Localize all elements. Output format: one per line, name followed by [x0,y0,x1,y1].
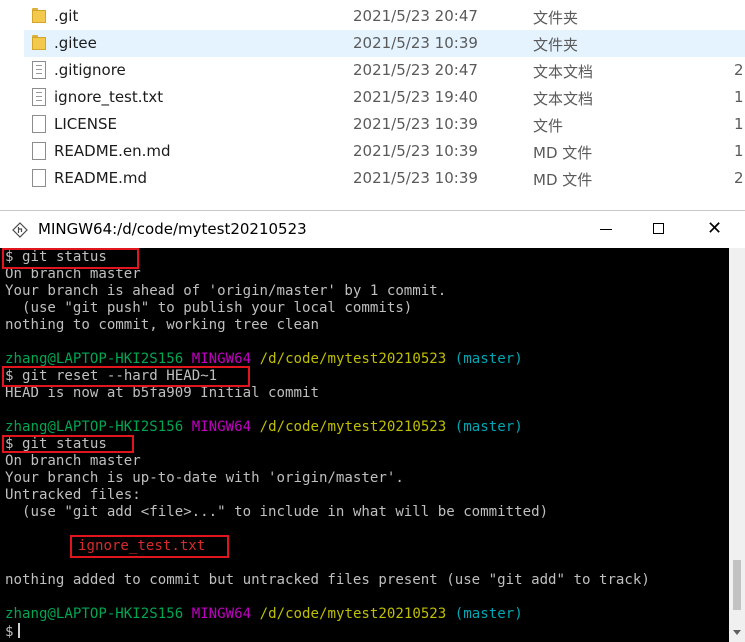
highlight-box-git-status-1 [2,248,139,269]
minimize-button[interactable] [584,211,630,248]
file-icon [32,142,46,160]
git-icon [12,222,28,238]
maximize-icon [653,223,664,234]
file-type: 文件 [533,117,564,135]
scroll-down-icon[interactable] [733,630,741,635]
output-line: nothing to commit, working tree clean [5,317,319,333]
file-date: 2021/5/23 10:39 [353,34,478,52]
close-button[interactable]: ✕ [690,211,736,248]
close-icon: ✕ [707,218,723,239]
file-explorer-list: .git 2021/5/23 20:47 文件夹 .gitee 2021/5/2… [0,0,745,210]
terminal-scrollbar[interactable] [729,248,745,642]
prompt-line: zhang@LAPTOP-HKI2S156 MINGW64 /d/code/my… [5,419,523,436]
file-type: 文本文档 [533,63,594,81]
file-type: 文件夹 [533,9,579,27]
file-row-gitignore[interactable]: .gitignore 2021/5/23 20:47 文本文档 2 [24,57,745,84]
terminal-output[interactable]: $ git status On branch master Your branc… [0,248,729,642]
file-icon [32,169,46,187]
title-bar[interactable]: MINGW64:/d/code/mytest20210523 ✕ [0,211,745,248]
prompt-user: zhang@LAPTOP-HKI2S156 [5,419,184,435]
highlight-box-untracked-file [70,535,229,558]
output-line: HEAD is now at b5fa909 Initial commit [5,385,319,401]
file-date: 2021/5/23 10:39 [353,169,478,187]
file-date: 2021/5/23 20:47 [353,61,478,79]
file-size: 2 [734,61,744,79]
file-size: 2 [734,169,744,187]
output-line: Your branch is ahead of 'origin/master' … [5,283,447,299]
window-title: MINGW64:/d/code/mytest20210523 [38,220,307,238]
prompt-branch: (master) [454,351,523,367]
prompt-env: MINGW64 [191,606,252,622]
file-size: 1 [734,115,744,133]
folder-icon [32,34,46,52]
file-type: 文本文档 [533,90,594,108]
file-type: MD 文件 [533,144,593,162]
terminal-window: MINGW64:/d/code/mytest20210523 ✕ $ git s… [0,210,745,642]
highlight-box-git-reset [2,366,250,387]
file-name: LICENSE [54,115,117,133]
text-file-icon [32,88,46,106]
file-name: README.en.md [54,142,171,160]
prompt-env: MINGW64 [191,351,252,367]
file-name: .gitignore [54,61,126,79]
output-line: Untracked files: [5,487,141,503]
file-name: .git [54,7,79,25]
file-date: 2021/5/23 19:40 [353,88,478,106]
text-cursor [17,623,20,638]
prompt-branch: (master) [454,419,523,435]
output-line: (use "git add <file>..." to include in w… [5,504,549,520]
prompt-user: zhang@LAPTOP-HKI2S156 [5,351,184,367]
file-row-readme-en[interactable]: README.en.md 2021/5/23 10:39 MD 文件 1 [24,138,745,165]
prompt-path: /d/code/mytest20210523 [259,351,447,367]
file-date: 2021/5/23 10:39 [353,142,478,160]
minimize-icon [600,229,612,230]
file-row-git[interactable]: .git 2021/5/23 20:47 文件夹 [24,3,745,30]
file-date: 2021/5/23 10:39 [353,115,478,133]
file-name: .gitee [54,34,97,52]
prompt-user: zhang@LAPTOP-HKI2S156 [5,606,184,622]
output-line: (use "git push" to publish your local co… [5,300,413,316]
file-size: 1 [734,142,744,160]
output-line: Your branch is up-to-date with 'origin/m… [5,470,404,486]
file-row-ignore-test[interactable]: ignore_test.txt 2021/5/23 19:40 文本文档 1 [24,84,745,111]
file-row-readme[interactable]: README.md 2021/5/23 10:39 MD 文件 2 [24,165,745,192]
file-row-license[interactable]: LICENSE 2021/5/23 10:39 文件 1 [24,111,745,138]
file-date: 2021/5/23 20:47 [353,7,478,25]
file-name: ignore_test.txt [54,88,164,106]
file-type: 文件夹 [533,36,579,54]
output-line: On branch master [5,453,141,469]
prompt-line: zhang@LAPTOP-HKI2S156 MINGW64 /d/code/my… [5,606,523,623]
file-icon [32,115,46,133]
text-file-icon [32,61,46,79]
prompt-env: MINGW64 [191,419,252,435]
maximize-button[interactable] [636,211,682,248]
command-line[interactable]: $ [5,623,20,640]
scrollbar-thumb[interactable] [733,560,741,610]
file-size: 1 [734,88,744,106]
file-type: MD 文件 [533,171,593,189]
prompt-path: /d/code/mytest20210523 [259,606,447,622]
file-row-gitee[interactable]: .gitee 2021/5/23 10:39 文件夹 [24,30,745,57]
highlight-box-git-status-2 [2,435,134,453]
output-line: nothing added to commit but untracked fi… [5,572,650,588]
prompt-path: /d/code/mytest20210523 [259,419,447,435]
prompt-branch: (master) [454,606,523,622]
folder-icon [32,7,46,25]
file-name: README.md [54,169,148,187]
